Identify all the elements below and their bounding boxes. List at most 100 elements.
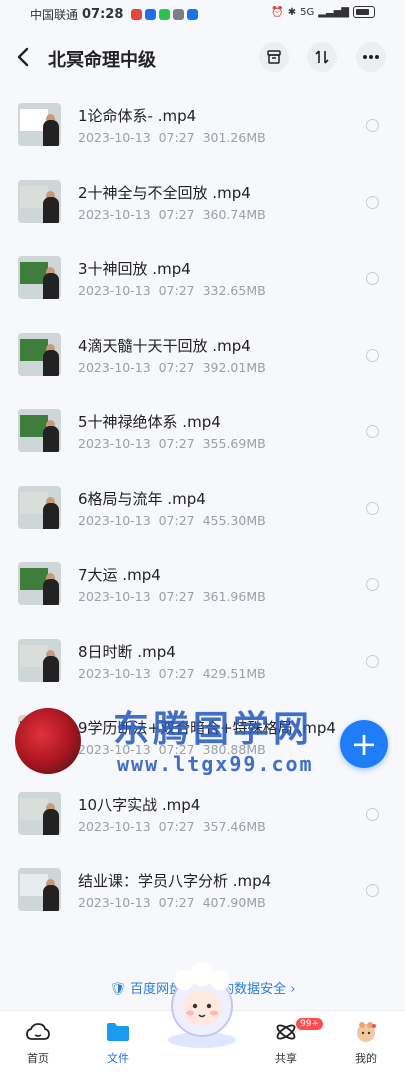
file-size: 360.74MB xyxy=(202,206,266,222)
video-thumbnail xyxy=(18,562,61,605)
video-thumbnail xyxy=(18,332,61,376)
file-row[interactable]: 10八字实战 .mp4 2023-10-13 07:27 357.46MB xyxy=(0,775,405,852)
file-time: 07:27 xyxy=(158,436,195,451)
file-date: 2023-10-13 xyxy=(78,206,151,222)
file-row[interactable]: 2十神全与不全回放 .mp4 2023-10-13 07:27 360.74MB xyxy=(0,163,405,240)
video-thumbnail xyxy=(18,103,61,146)
file-name: 2十神全与不全回放 .mp4 xyxy=(78,183,251,202)
notification-icons xyxy=(131,9,199,20)
more-button[interactable] xyxy=(356,42,386,72)
file-row[interactable]: 3十神回放 .mp4 2023-10-13 07:27 332.65MB xyxy=(0,239,405,316)
select-radio[interactable] xyxy=(366,501,379,515)
file-meta: 2023-10-13 07:27 332.65MB xyxy=(78,283,266,298)
file-meta: 2023-10-13 07:27 355.69MB xyxy=(78,436,266,451)
file-time: 07:27 xyxy=(158,665,195,681)
file-row[interactable]: 7大运 .mp4 2023-10-13 07:27 361.96MB xyxy=(0,545,405,622)
file-name: 6格局与流年 .mp4 xyxy=(78,489,206,508)
add-button[interactable]: + xyxy=(340,720,388,768)
file-meta: 2023-10-13 07:27 455.30MB xyxy=(78,513,266,528)
file-time: 07:27 xyxy=(158,206,195,222)
file-name: 结业课：学员八字分析 .mp4 xyxy=(78,872,272,890)
file-list: 1论命体系- .mp4 2023-10-13 07:27 301.26MB 2十神全… xyxy=(0,86,405,928)
file-meta: 2023-10-13 07:27 360.74MB xyxy=(78,207,266,222)
select-radio[interactable] xyxy=(366,654,379,668)
alarm-icon: ⏰ xyxy=(271,6,284,18)
archive-button[interactable] xyxy=(259,42,289,72)
app-notification-icon xyxy=(173,9,185,20)
app-notification-icon xyxy=(187,9,199,20)
file-row[interactable]: 1论命体系- .mp4 2023-10-13 07:27 301.26MB xyxy=(0,86,405,163)
tab-label: 我的 xyxy=(355,1052,377,1065)
file-row[interactable]: 4滴天髓十天干回放 .mp4 2023-10-13 07:27 392.01MB xyxy=(0,316,405,393)
file-size: 357.46MB xyxy=(202,818,266,834)
file-name: 9学历断法+双合暗合+特殊格局 .mp4 xyxy=(78,719,336,737)
file-date: 2023-10-13 xyxy=(78,895,151,910)
file-name: 4滴天髓十天干回放 .mp4 xyxy=(78,336,251,355)
thumbnail-person xyxy=(43,808,59,835)
tab-label: 文件 xyxy=(107,1052,129,1065)
file-meta: 2023-10-13 07:27 357.46MB xyxy=(78,819,266,834)
file-meta: 2023-10-13 07:27 407.90MB xyxy=(78,895,266,910)
sort-button[interactable] xyxy=(307,42,337,72)
sort-icon xyxy=(315,50,329,64)
file-row[interactable]: 8日时断 .mp4 2023-10-13 07:27 429.51MB xyxy=(0,622,405,699)
select-radio[interactable] xyxy=(366,348,379,362)
select-radio[interactable] xyxy=(366,425,379,438)
file-row[interactable]: 6格局与流年 .mp4 2023-10-13 07:27 455.30MB xyxy=(0,469,405,546)
file-date: 2023-10-13 xyxy=(78,283,151,298)
select-radio[interactable] xyxy=(366,272,379,285)
file-size: 407.90MB xyxy=(202,895,266,910)
file-date: 2023-10-13 xyxy=(78,665,151,681)
file-time: 07:27 xyxy=(158,130,195,145)
page-title: 北冥命理中级 xyxy=(48,50,156,71)
file-size: 429.51MB xyxy=(202,665,266,681)
file-size: 361.96MB xyxy=(202,589,266,604)
header: 北冥命理中级 xyxy=(0,38,405,78)
file-time: 07:27 xyxy=(158,742,195,757)
file-date: 2023-10-13 xyxy=(78,512,151,528)
file-date: 2023-10-13 xyxy=(78,359,151,375)
tab-profile[interactable]: 我的 xyxy=(336,1021,396,1066)
file-time: 07:27 xyxy=(158,283,195,298)
tab-files[interactable]: 文件 xyxy=(88,1021,148,1066)
thumbnail-person xyxy=(43,273,59,299)
file-row[interactable]: 5十神禄绝体系 .mp4 2023-10-13 07:27 355.69MB xyxy=(0,392,405,469)
file-size: 355.69MB xyxy=(202,436,266,451)
file-time: 07:27 xyxy=(158,818,195,834)
file-size: 392.01MB xyxy=(202,359,266,375)
network-label: 5G xyxy=(300,6,315,18)
select-radio[interactable] xyxy=(366,884,379,897)
file-date: 2023-10-13 xyxy=(78,130,151,145)
file-date: 2023-10-13 xyxy=(78,436,151,451)
thumbnail-person xyxy=(43,426,59,452)
video-thumbnail xyxy=(18,485,61,529)
select-radio[interactable] xyxy=(366,578,379,591)
video-thumbnail xyxy=(18,791,61,835)
tab-label: 首页 xyxy=(27,1052,49,1065)
thumbnail-person xyxy=(43,196,59,223)
thumbnail-person xyxy=(43,120,59,146)
select-radio[interactable] xyxy=(366,195,379,209)
file-row[interactable]: 结业课：学员八字分析 .mp4 2023-10-13 07:27 407.90MB xyxy=(0,851,405,928)
thumbnail-person xyxy=(43,502,59,529)
file-meta: 2023-10-13 07:27 392.01MB xyxy=(78,360,266,375)
select-radio[interactable] xyxy=(366,807,379,821)
select-radio[interactable] xyxy=(366,119,379,132)
file-date: 2023-10-13 xyxy=(78,818,151,834)
thumbnail-person xyxy=(43,349,59,376)
thumbnail-person xyxy=(43,732,59,758)
bluetooth-icon: ✱ xyxy=(287,6,297,18)
file-size: 380.88MB xyxy=(202,742,266,757)
file-meta: 2023-10-13 07:27 380.88MB xyxy=(78,742,266,757)
avatar-icon xyxy=(357,1022,376,1042)
file-name: 3十神回放 .mp4 xyxy=(78,260,191,278)
back-button[interactable] xyxy=(16,46,30,74)
video-thumbnail xyxy=(18,868,61,911)
tab-home[interactable]: 首页 xyxy=(8,1021,68,1066)
app-notification-icon xyxy=(145,9,157,20)
file-size: 301.26MB xyxy=(202,130,266,145)
mascot-icon[interactable] xyxy=(162,960,242,1050)
plus-icon: + xyxy=(350,725,378,763)
file-meta: 2023-10-13 07:27 361.96MB xyxy=(78,589,266,604)
file-name: 8日时断 .mp4 xyxy=(78,642,176,661)
